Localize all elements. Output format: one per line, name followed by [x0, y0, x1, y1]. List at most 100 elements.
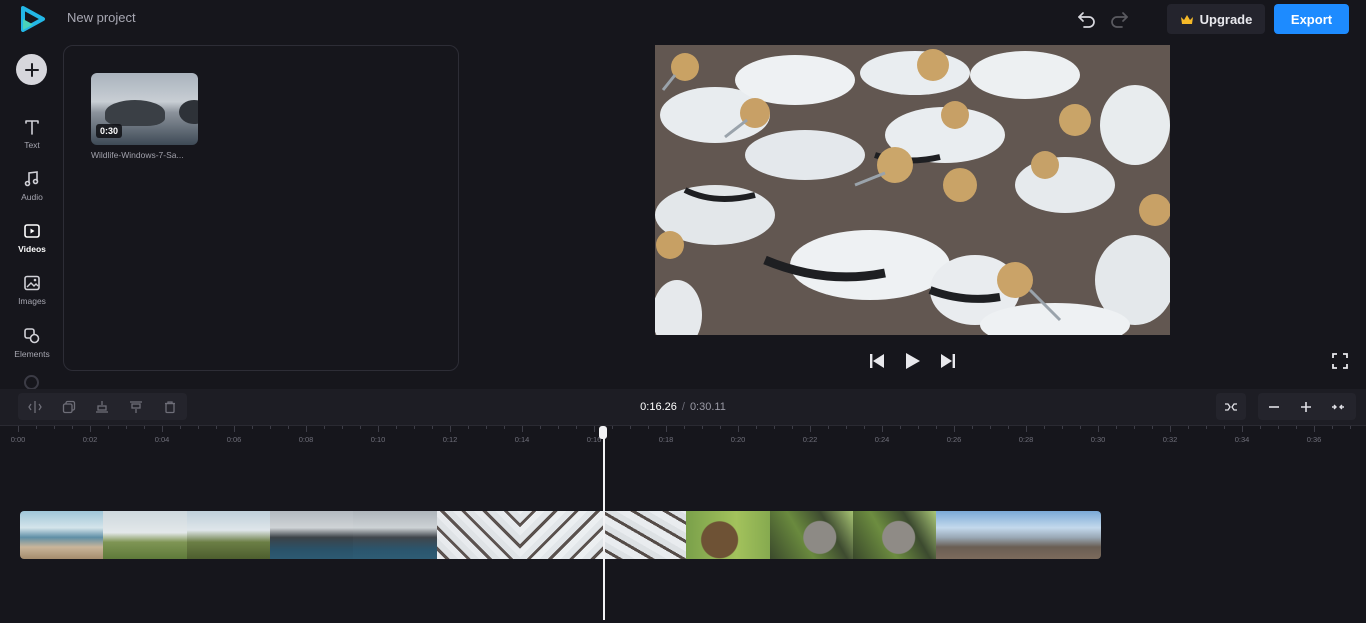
- ruler-minor-tick: [342, 426, 343, 429]
- ruler-label: 0:12: [442, 435, 458, 444]
- ruler-minor-tick: [918, 426, 919, 429]
- music-note-icon: [24, 171, 39, 187]
- sidebar-item-images[interactable]: Images: [4, 271, 60, 315]
- ruler-label: 0:14: [514, 435, 530, 444]
- ruler-minor-tick: [756, 426, 757, 429]
- play-icon[interactable]: [902, 350, 922, 372]
- ruler-minor-tick: [1260, 426, 1261, 429]
- media-duration-badge: 0:30: [96, 124, 123, 138]
- thumbnail-seal: [179, 100, 198, 124]
- collapse-button[interactable]: [1322, 393, 1354, 420]
- sidebar-item-audio[interactable]: Audio: [4, 167, 60, 211]
- ruler-minor-tick: [558, 426, 559, 429]
- ruler-tick: [810, 426, 811, 432]
- ruler-minor-tick: [990, 426, 991, 429]
- zoom-out-button[interactable]: [1258, 393, 1290, 420]
- sidebar-item-label: Audio: [21, 192, 43, 202]
- ruler-minor-tick: [468, 426, 469, 429]
- ruler-minor-tick: [504, 426, 505, 429]
- timeline-ruler[interactable]: 0:00 0:02 0:04 0:06 0:08 0:10 0:12 0:14 0:16 0:18…: [0, 425, 1366, 449]
- ruler-tick: [1242, 426, 1243, 432]
- ruler-minor-tick: [684, 426, 685, 429]
- ruler-minor-tick: [198, 426, 199, 429]
- sidebar-more-icon[interactable]: [24, 375, 39, 390]
- ruler-minor-tick: [54, 426, 55, 429]
- fit-timeline-button[interactable]: [1216, 393, 1246, 420]
- ruler-tick: [90, 426, 91, 432]
- video-track-clip[interactable]: [20, 511, 1101, 559]
- ruler-label: 0:24: [874, 435, 890, 444]
- ruler-minor-tick: [648, 426, 649, 429]
- ruler-tick: [306, 426, 307, 432]
- collapse-icon: [1332, 404, 1344, 409]
- ruler-minor-tick: [1188, 426, 1189, 429]
- ruler-tick: [1026, 426, 1027, 432]
- ruler-minor-tick: [252, 426, 253, 429]
- total-time: 0:30.11: [689, 401, 726, 413]
- ruler-minor-tick: [846, 426, 847, 429]
- ruler-label: 0:36: [1306, 435, 1322, 444]
- ruler-label: 0:10: [370, 435, 386, 444]
- ruler-minor-tick: [360, 426, 361, 429]
- ruler-minor-tick: [936, 426, 937, 429]
- sidebar-item-elements[interactable]: Elements: [4, 324, 60, 368]
- ruler-minor-tick: [630, 426, 631, 429]
- ruler-minor-tick: [432, 426, 433, 429]
- image-icon: [24, 275, 40, 291]
- sidebar-item-videos[interactable]: Videos: [4, 219, 60, 263]
- undo-icon[interactable]: [1076, 9, 1098, 29]
- ruler-minor-tick: [1008, 426, 1009, 429]
- media-item-name: Wildlife-Windows-7-Sa...: [91, 150, 184, 160]
- ruler-minor-tick: [1296, 426, 1297, 429]
- video-preview[interactable]: [655, 45, 1170, 335]
- ruler-minor-tick: [414, 426, 415, 429]
- ruler-minor-tick: [720, 426, 721, 429]
- playhead-handle[interactable]: [599, 426, 607, 439]
- project-title[interactable]: New project: [67, 10, 136, 25]
- ruler-label: 0:00: [10, 435, 26, 444]
- ruler-label: 0:18: [658, 435, 674, 444]
- ruler-tick: [234, 426, 235, 432]
- skip-back-icon[interactable]: [867, 350, 887, 372]
- ruler-minor-tick: [576, 426, 577, 429]
- ruler-tick: [954, 426, 955, 432]
- crown-icon: [1180, 14, 1193, 24]
- current-time: 0:16.26: [640, 401, 677, 413]
- ruler-minor-tick: [126, 426, 127, 429]
- zoom-in-button[interactable]: [1290, 393, 1322, 420]
- ruler-minor-tick: [1044, 426, 1045, 429]
- ruler-tick: [18, 426, 19, 432]
- ruler-minor-tick: [612, 426, 613, 429]
- ruler-tick: [594, 426, 595, 432]
- ruler-minor-tick: [288, 426, 289, 429]
- playhead[interactable]: [603, 437, 605, 620]
- upgrade-button[interactable]: Upgrade: [1167, 4, 1265, 34]
- ruler-minor-tick: [1278, 426, 1279, 429]
- ruler-minor-tick: [1206, 426, 1207, 429]
- ruler-minor-tick: [1134, 426, 1135, 429]
- media-library-panel: 0:30 Wildlife-Windows-7-Sa...: [63, 45, 459, 371]
- ruler-tick: [162, 426, 163, 432]
- ruler-minor-tick: [774, 426, 775, 429]
- ruler-tick: [450, 426, 451, 432]
- ruler-minor-tick: [144, 426, 145, 429]
- media-item-thumbnail[interactable]: 0:30: [91, 73, 198, 145]
- ruler-minor-tick: [540, 426, 541, 429]
- export-button[interactable]: Export: [1274, 4, 1349, 34]
- clip-frame: [437, 511, 520, 559]
- redo-icon[interactable]: [1108, 9, 1130, 29]
- sidebar-item-text[interactable]: Text: [4, 115, 60, 159]
- add-media-button[interactable]: [16, 54, 47, 85]
- ruler-minor-tick: [108, 426, 109, 429]
- clip-frame: [353, 511, 437, 559]
- ruler-minor-tick: [900, 426, 901, 429]
- ruler-minor-tick: [1350, 426, 1351, 429]
- ruler-label: 0:32: [1162, 435, 1178, 444]
- ruler-label: 0:26: [946, 435, 962, 444]
- ruler-minor-tick: [1116, 426, 1117, 429]
- ruler-minor-tick: [1332, 426, 1333, 429]
- fullscreen-icon[interactable]: [1331, 352, 1349, 370]
- skip-forward-icon[interactable]: [938, 350, 958, 372]
- ruler-minor-tick: [396, 426, 397, 429]
- upgrade-label: Upgrade: [1199, 11, 1253, 27]
